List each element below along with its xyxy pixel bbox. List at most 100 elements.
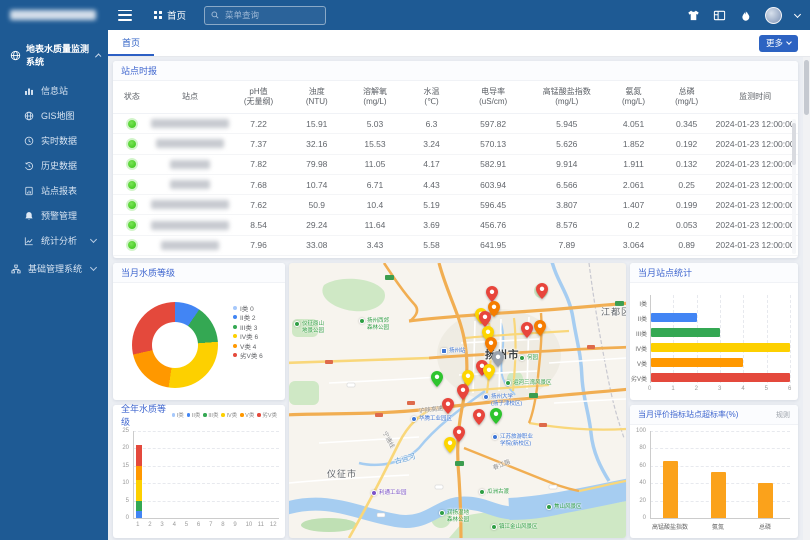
flame-icon[interactable]	[739, 9, 752, 22]
x-tick: 11	[258, 522, 264, 528]
station-pin-yellow[interactable]	[483, 364, 495, 380]
station-pin-red[interactable]	[442, 398, 454, 414]
station-pin-green[interactable]	[490, 408, 502, 424]
category-label: 高锰酸盐指数	[652, 522, 688, 531]
chevron-down-icon	[90, 264, 97, 271]
sidebar-item-0[interactable]: 信息站	[0, 78, 108, 103]
value-cell: 2.061	[606, 180, 661, 190]
legend-marker	[233, 353, 237, 357]
value-cell: 7.37	[229, 139, 287, 149]
category-label: I类	[639, 299, 647, 308]
gridline	[673, 295, 674, 383]
page-scrollbar[interactable]	[803, 57, 810, 540]
legend-marker	[240, 413, 244, 417]
sidebar-item-1[interactable]: GIS地图	[0, 103, 108, 128]
poi-label: 焦山风景区	[554, 504, 582, 511]
station-cell	[151, 221, 230, 230]
nav-home[interactable]: 首页	[154, 8, 186, 22]
legend-label: II类	[192, 411, 201, 419]
value-cell: 582.91	[459, 159, 528, 169]
park-marker-icon	[546, 504, 552, 510]
sidebar-system-root[interactable]: 地表水质量监测系统	[0, 30, 108, 78]
search-input[interactable]	[223, 9, 313, 21]
sidebar-item-3[interactable]: 历史数据	[0, 153, 108, 178]
column-name: 状态	[124, 92, 140, 102]
time-cell: 2024-01-23 12:00:00	[712, 119, 798, 129]
station-report-panel: 站点时报 状态站点pH值(无量纲)浊度(NTU)溶解氧(mg/L)水温(℃)电导…	[113, 61, 798, 258]
sidebar-item-6[interactable]: 统计分析	[0, 228, 108, 253]
sidebar-item-label: 信息站	[41, 84, 68, 97]
annual-grade-legend: I类II类III类IV类V类劣V类	[172, 411, 277, 419]
legend-marker	[172, 413, 176, 417]
bar-II类	[651, 313, 697, 322]
table-row[interactable]: 7.8279.9811.054.17582.919.9141.9110.1322…	[113, 155, 798, 175]
menu-toggle-icon[interactable]	[118, 10, 132, 21]
user-menu-chevron-down-icon[interactable]	[794, 10, 801, 17]
rules-link[interactable]: 规则	[776, 410, 790, 420]
station-pin-red[interactable]	[486, 286, 498, 302]
poi-label: 扬州西郊森林公园	[367, 318, 389, 331]
station-pin-red[interactable]	[536, 283, 548, 299]
sidebar-item-5[interactable]: 预警管理	[0, 203, 108, 228]
column-unit: (mg/L)	[555, 97, 578, 107]
table-row[interactable]: 8.5429.2411.643.69456.768.5760.20.053202…	[113, 215, 798, 235]
y-axis	[133, 431, 134, 518]
tab-home-label: 首页	[122, 36, 140, 49]
table-scrollbar[interactable]	[792, 119, 796, 254]
station-pin-red[interactable]	[479, 311, 491, 327]
legend-item: II类	[187, 411, 201, 419]
station-name-redacted	[151, 119, 229, 128]
table-row[interactable]: 7.9633.083.435.58641.957.893.0640.892024…	[113, 236, 798, 256]
globe-icon	[10, 50, 21, 61]
station-pin-orange[interactable]	[534, 320, 546, 336]
more-button[interactable]: 更多	[759, 35, 798, 52]
status-ok-dot	[128, 120, 136, 128]
station-pin-red[interactable]	[457, 384, 469, 400]
column-name: 站点	[182, 92, 198, 102]
bar-氨氮	[711, 472, 726, 518]
sidebar-item-2[interactable]: 实时数据	[0, 128, 108, 153]
legend-label: IV类 6	[240, 331, 258, 341]
poi-label: 运河三湾风景区	[513, 380, 552, 387]
monthly-station-stats-panel: 当月站点统计 0123456I类II类III类IV类V类劣V类	[630, 263, 798, 400]
stack-segment-V类	[136, 466, 142, 480]
station-pin-red[interactable]	[521, 322, 533, 338]
map-poi-park: 运河三湾风景区	[505, 380, 552, 387]
menu-search[interactable]	[204, 6, 326, 25]
value-cell: 9.914	[527, 159, 606, 169]
sidebar-item-label: 站点报表	[41, 184, 77, 197]
sidebar-item-root[interactable]: 基础管理系统	[0, 256, 108, 281]
value-cell: 11.05	[346, 159, 404, 169]
y-axis	[650, 431, 651, 518]
gridline	[720, 295, 721, 383]
station-pin-green[interactable]	[431, 371, 443, 387]
status-cell	[113, 140, 151, 148]
value-cell: 3.24	[404, 139, 459, 149]
user-avatar[interactable]	[765, 7, 782, 24]
tabbar: 首页 更多	[108, 30, 810, 57]
x-tick: 6	[197, 522, 200, 528]
theme-shirt-icon[interactable]	[687, 9, 700, 22]
layout-icon[interactable]	[713, 9, 726, 22]
x-axis	[650, 518, 790, 519]
station-cell	[151, 200, 230, 209]
column-header: pH值(无量纲)	[229, 81, 287, 113]
table-row[interactable]: 7.6810.746.714.43603.946.5662.0610.25202…	[113, 175, 798, 195]
map-poi-park: 焦山风景区	[546, 504, 582, 511]
logo	[0, 0, 108, 30]
value-cell: 0.132	[661, 159, 712, 169]
table-row[interactable]: 7.3732.1615.533.24570.135.6261.8520.1922…	[113, 134, 798, 154]
map-poi-industry2: 利通工业园	[371, 490, 407, 497]
map[interactable]: 扬州市江都区仪征市古运河沪陕高速宁通线春江路扬州站扬州西郊森林公园仪征原山地景公…	[289, 263, 626, 538]
sidebar-item-label: 基础管理系统	[28, 262, 82, 275]
sidebar-item-4[interactable]: 站点报表	[0, 178, 108, 203]
stack-segment-II类	[136, 511, 142, 518]
table-row[interactable]: 7.2215.915.036.3597.825.9454.0510.345202…	[113, 114, 798, 134]
tab-home[interactable]: 首页	[108, 30, 154, 56]
map-poi-park: 瓜洲古渡	[479, 489, 509, 496]
value-cell: 1.911	[606, 159, 661, 169]
station-pin-red[interactable]	[473, 409, 485, 425]
table-row[interactable]: 7.6250.910.45.19596.453.8071.4070.199202…	[113, 195, 798, 215]
legend-marker	[233, 315, 237, 319]
station-pin-yellow[interactable]	[444, 437, 456, 453]
